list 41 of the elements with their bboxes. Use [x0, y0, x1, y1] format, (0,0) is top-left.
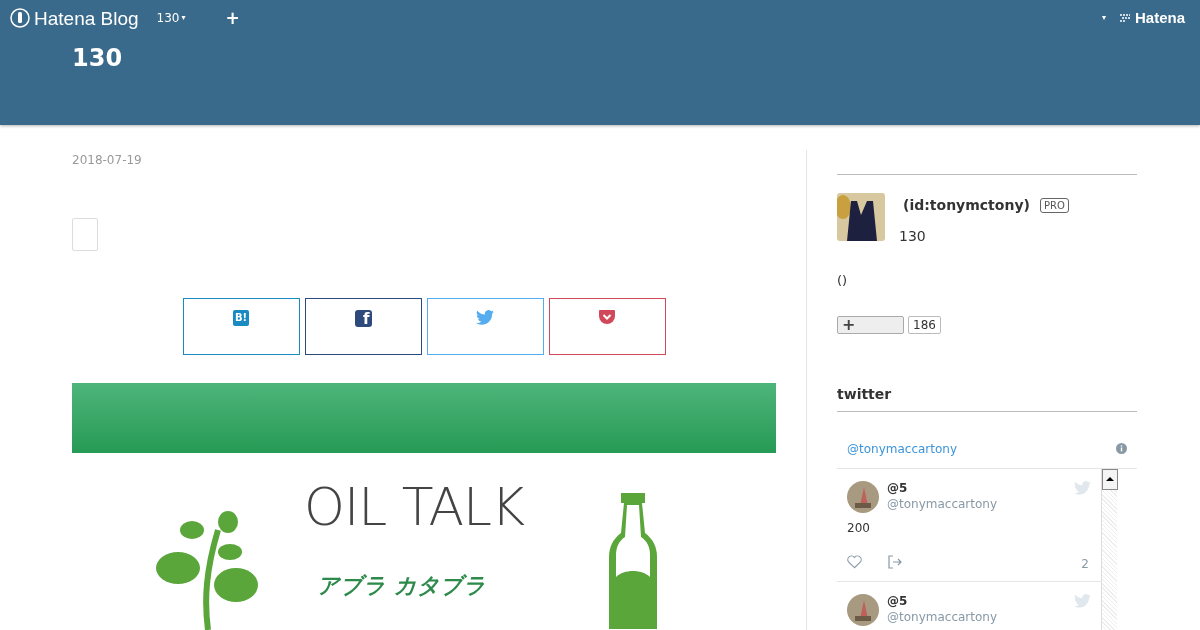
share-button[interactable]: B!	[182, 298, 300, 355]
user-menu-caret[interactable]: ▾	[1102, 12, 1106, 24]
hatena-logo-icon	[1118, 13, 1132, 23]
bottle-logo-icon[interactable]	[10, 8, 30, 28]
bookmark-icon: B!	[233, 310, 249, 326]
profile-note: ()	[837, 272, 849, 290]
banner-subtitle: アブラ カタブラ	[317, 575, 486, 597]
tweet-author[interactable]: @5	[887, 480, 1074, 496]
heart-icon[interactable]	[847, 554, 862, 569]
avatar[interactable]	[837, 193, 885, 241]
hatena-brand[interactable]: Hatena	[1135, 6, 1186, 30]
tweet-handle[interactable]: @tonymaccartony	[887, 608, 1074, 625]
subscriber-count: 186	[908, 315, 941, 334]
avatar[interactable]	[847, 480, 879, 513]
share-button[interactable]	[548, 298, 666, 355]
facebook-icon: f	[354, 310, 372, 327]
blog-title[interactable]: 130	[72, 46, 1190, 70]
blog-menu[interactable]: 130 ▾	[156, 9, 186, 27]
info-icon[interactable]	[1116, 443, 1127, 454]
pro-badge: PRO	[1039, 198, 1069, 213]
site-logo[interactable]: Hatena Blog	[34, 8, 139, 28]
scrollbar[interactable]	[1101, 468, 1117, 630]
banner-title: OIL TALK	[304, 481, 525, 533]
tweet-handle[interactable]: @tonymaccartony	[887, 495, 1074, 512]
tweet-count: 2	[1081, 555, 1089, 573]
twitter-account-link[interactable]: @tonymaccartony	[847, 439, 958, 458]
share-button[interactable]: f	[304, 298, 422, 355]
subscribe-button[interactable]: +	[837, 315, 904, 334]
share-icon[interactable]	[888, 554, 902, 569]
share-button[interactable]	[426, 298, 544, 355]
plant-icon	[156, 510, 259, 630]
tweet-text: 200	[847, 519, 871, 537]
author-name[interactable]: (id:tonymctony)	[903, 195, 1030, 216]
scroll-up-icon[interactable]	[1102, 468, 1118, 491]
empty-frame	[72, 218, 98, 251]
entry-date[interactable]: 2018-07-19	[72, 151, 776, 169]
avatar[interactable]	[847, 593, 879, 626]
add-button[interactable]: +	[225, 9, 240, 27]
tweet-author[interactable]: @5	[887, 593, 1074, 609]
blog-name[interactable]: 130	[899, 226, 1069, 247]
section-heading: twitter	[837, 383, 1137, 412]
